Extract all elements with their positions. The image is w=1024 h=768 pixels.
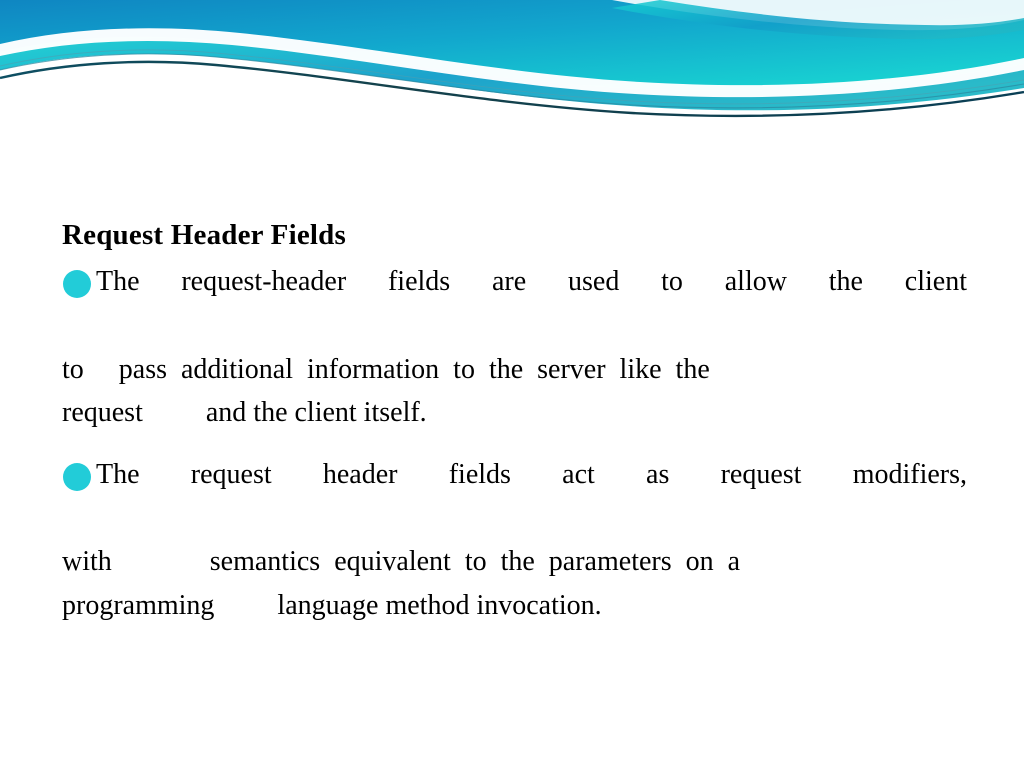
- bullet-line: request and the client itself.: [62, 397, 427, 429]
- wave-banner: [0, 0, 1024, 130]
- wave-ribbon-topright: [612, 0, 1024, 31]
- bullet-line: The request-header fields are used to al…: [96, 266, 967, 298]
- page-title: Request Header Fields: [62, 219, 346, 251]
- wave-ribbon-topright-edge: [612, 0, 1024, 40]
- bullet-spacer: [62, 439, 967, 453]
- bullet-line: to pass additional information to the se…: [62, 353, 710, 385]
- wave-white-upper: [0, 28, 1024, 98]
- wave-lower-band: [0, 36, 1024, 111]
- wave-hairline-1: [0, 53, 1024, 109]
- bullet-line: The request header fields act as request…: [96, 458, 967, 490]
- slide-content: Request Header Fields The request-header…: [62, 218, 967, 632]
- wave-main-fill: [0, 0, 1024, 91]
- bullet-item: The request header fields act as request…: [62, 453, 967, 628]
- bullet-line: programming language method invocation.: [62, 589, 602, 621]
- circle-bullet-icon: [63, 462, 91, 491]
- slide: Request Header Fields The request-header…: [0, 0, 1024, 768]
- bullet-line: with semantics equivalent to the paramet…: [62, 546, 741, 578]
- wave-dark-accent: [0, 60, 1024, 118]
- bullet-text: The request header fields act as request…: [62, 453, 967, 628]
- bullet-item: The request-header fields are used to al…: [62, 260, 967, 435]
- wave-white-lower: [0, 57, 1024, 130]
- bullet-text: The request-header fields are used to al…: [62, 260, 967, 435]
- wave-hairline-2: [0, 49, 1024, 105]
